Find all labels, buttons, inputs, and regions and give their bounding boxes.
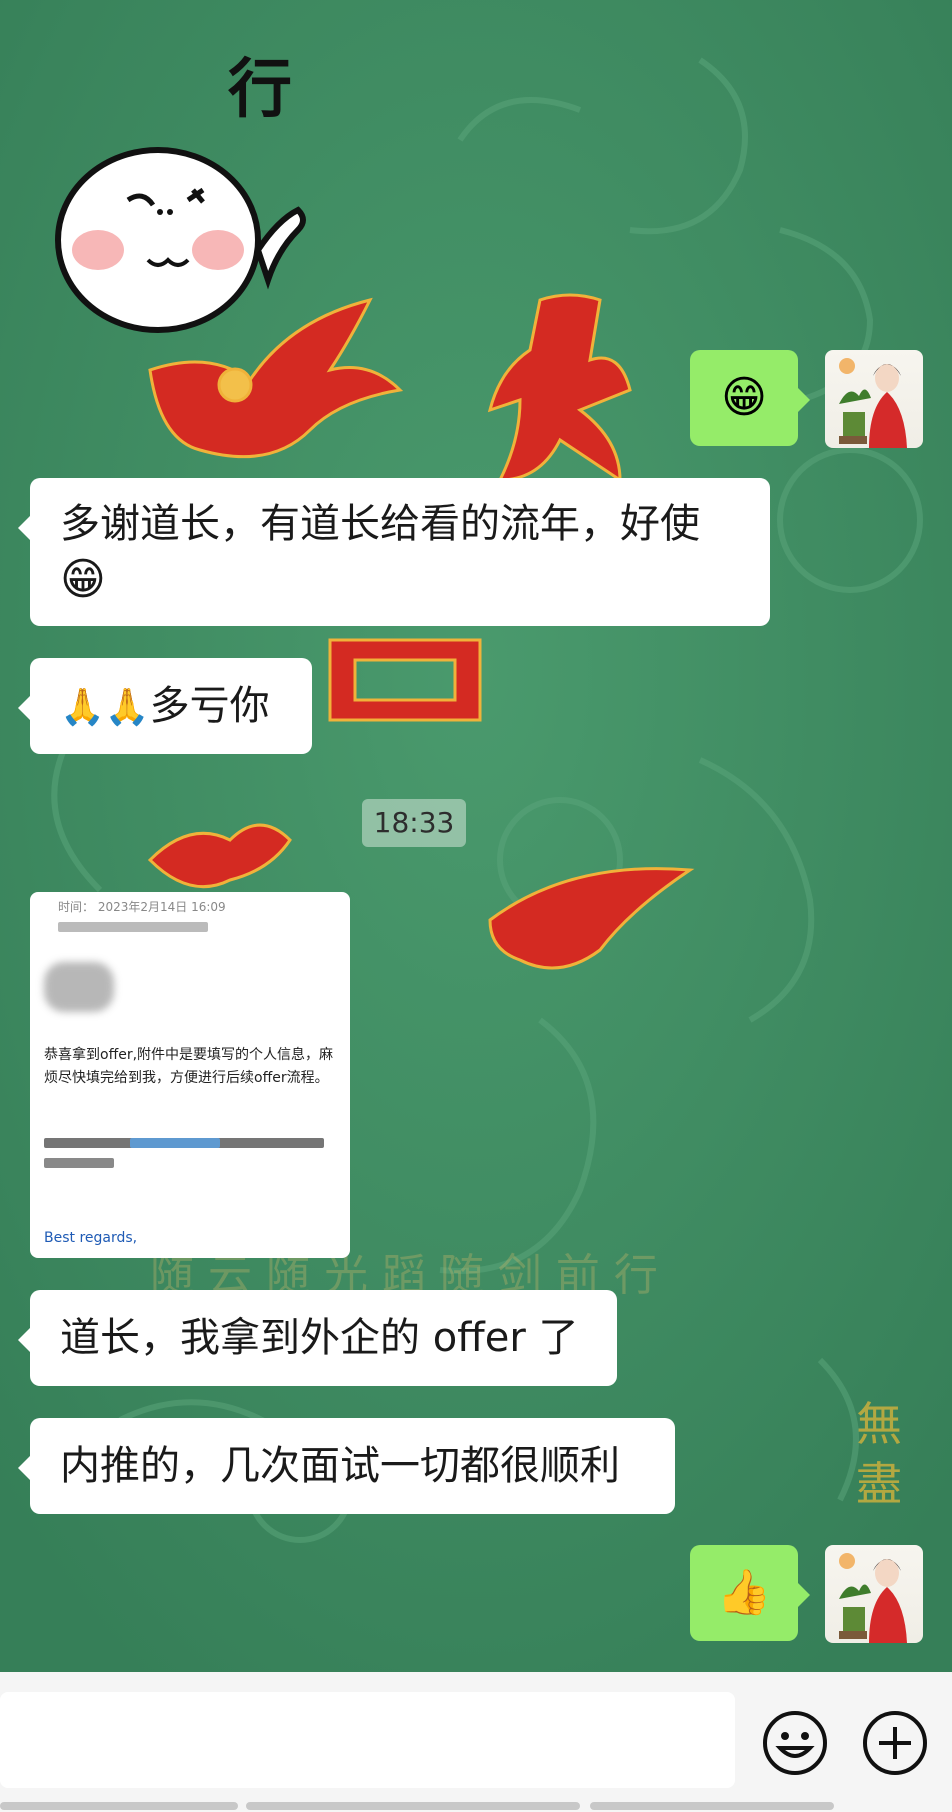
- message-text: 道长，我拿到外企的 offer 了: [60, 1315, 579, 1361]
- my-avatar[interactable]: [825, 1545, 923, 1643]
- message-input[interactable]: [0, 1692, 735, 1788]
- blurred-sender: [58, 922, 208, 932]
- waving-blob-sticker-icon: [55, 147, 306, 333]
- scroll-indicator: [590, 1802, 834, 1810]
- email-screenshot-image[interactable]: 时间： 2023年2月14日 16:09 恭喜拿到offer,附件中是要填写的个…: [30, 892, 350, 1258]
- plus-icon[interactable]: [862, 1710, 928, 1776]
- incoming-message-bubble[interactable]: 内推的，几次面试一切都很顺利: [18, 1418, 675, 1514]
- incoming-message-bubble[interactable]: 🙏🙏多亏你: [18, 658, 312, 754]
- outgoing-emoji-bubble[interactable]: 👍: [690, 1545, 810, 1641]
- email-header: 时间： 2023年2月14日 16:09: [58, 900, 226, 914]
- outgoing-emoji-bubble[interactable]: 😁: [690, 350, 810, 446]
- blurred-link: [130, 1138, 220, 1148]
- smile-icon[interactable]: [762, 1710, 828, 1776]
- sticker-caption: 行: [228, 53, 292, 127]
- message-text: 内推的，几次面试一切都很顺利: [60, 1443, 620, 1489]
- scroll-indicator: [0, 1802, 238, 1810]
- email-body: 恭喜拿到offer,附件中是要填写的个人信息，麻烦尽快填完给到我，方便进行后续o…: [44, 1047, 334, 1086]
- blurred-line: [44, 1158, 114, 1168]
- sticker-message[interactable]: 行: [48, 30, 308, 333]
- message-text: 多谢道长，有道长给看的流年，好使: [60, 501, 700, 547]
- pray-emoji-icon: 🙏🙏: [60, 687, 150, 728]
- incoming-message-bubble[interactable]: 道长，我拿到外企的 offer 了: [18, 1290, 617, 1386]
- input-bar: [0, 1672, 952, 1812]
- avatar-portrait-icon: [839, 1553, 907, 1643]
- my-avatar[interactable]: [825, 350, 923, 448]
- scroll-indicator: [246, 1802, 580, 1810]
- thumbs-up-emoji-icon: 👍: [716, 1567, 772, 1618]
- message-text: 多亏你: [149, 683, 270, 729]
- timestamp: 18:33: [362, 799, 466, 847]
- grin-emoji-icon: 😁: [60, 554, 106, 605]
- svg-text:無: 無: [856, 1397, 902, 1451]
- blurred-avatar: [44, 962, 114, 1012]
- svg-text:盡: 盡: [856, 1457, 902, 1511]
- email-regards: Best regards,: [44, 1230, 138, 1246]
- incoming-message-bubble[interactable]: 多谢道长，有道长给看的流年，好使 😁: [18, 478, 770, 626]
- avatar-portrait-icon: [839, 358, 907, 448]
- grin-emoji-icon: 😁: [721, 372, 767, 423]
